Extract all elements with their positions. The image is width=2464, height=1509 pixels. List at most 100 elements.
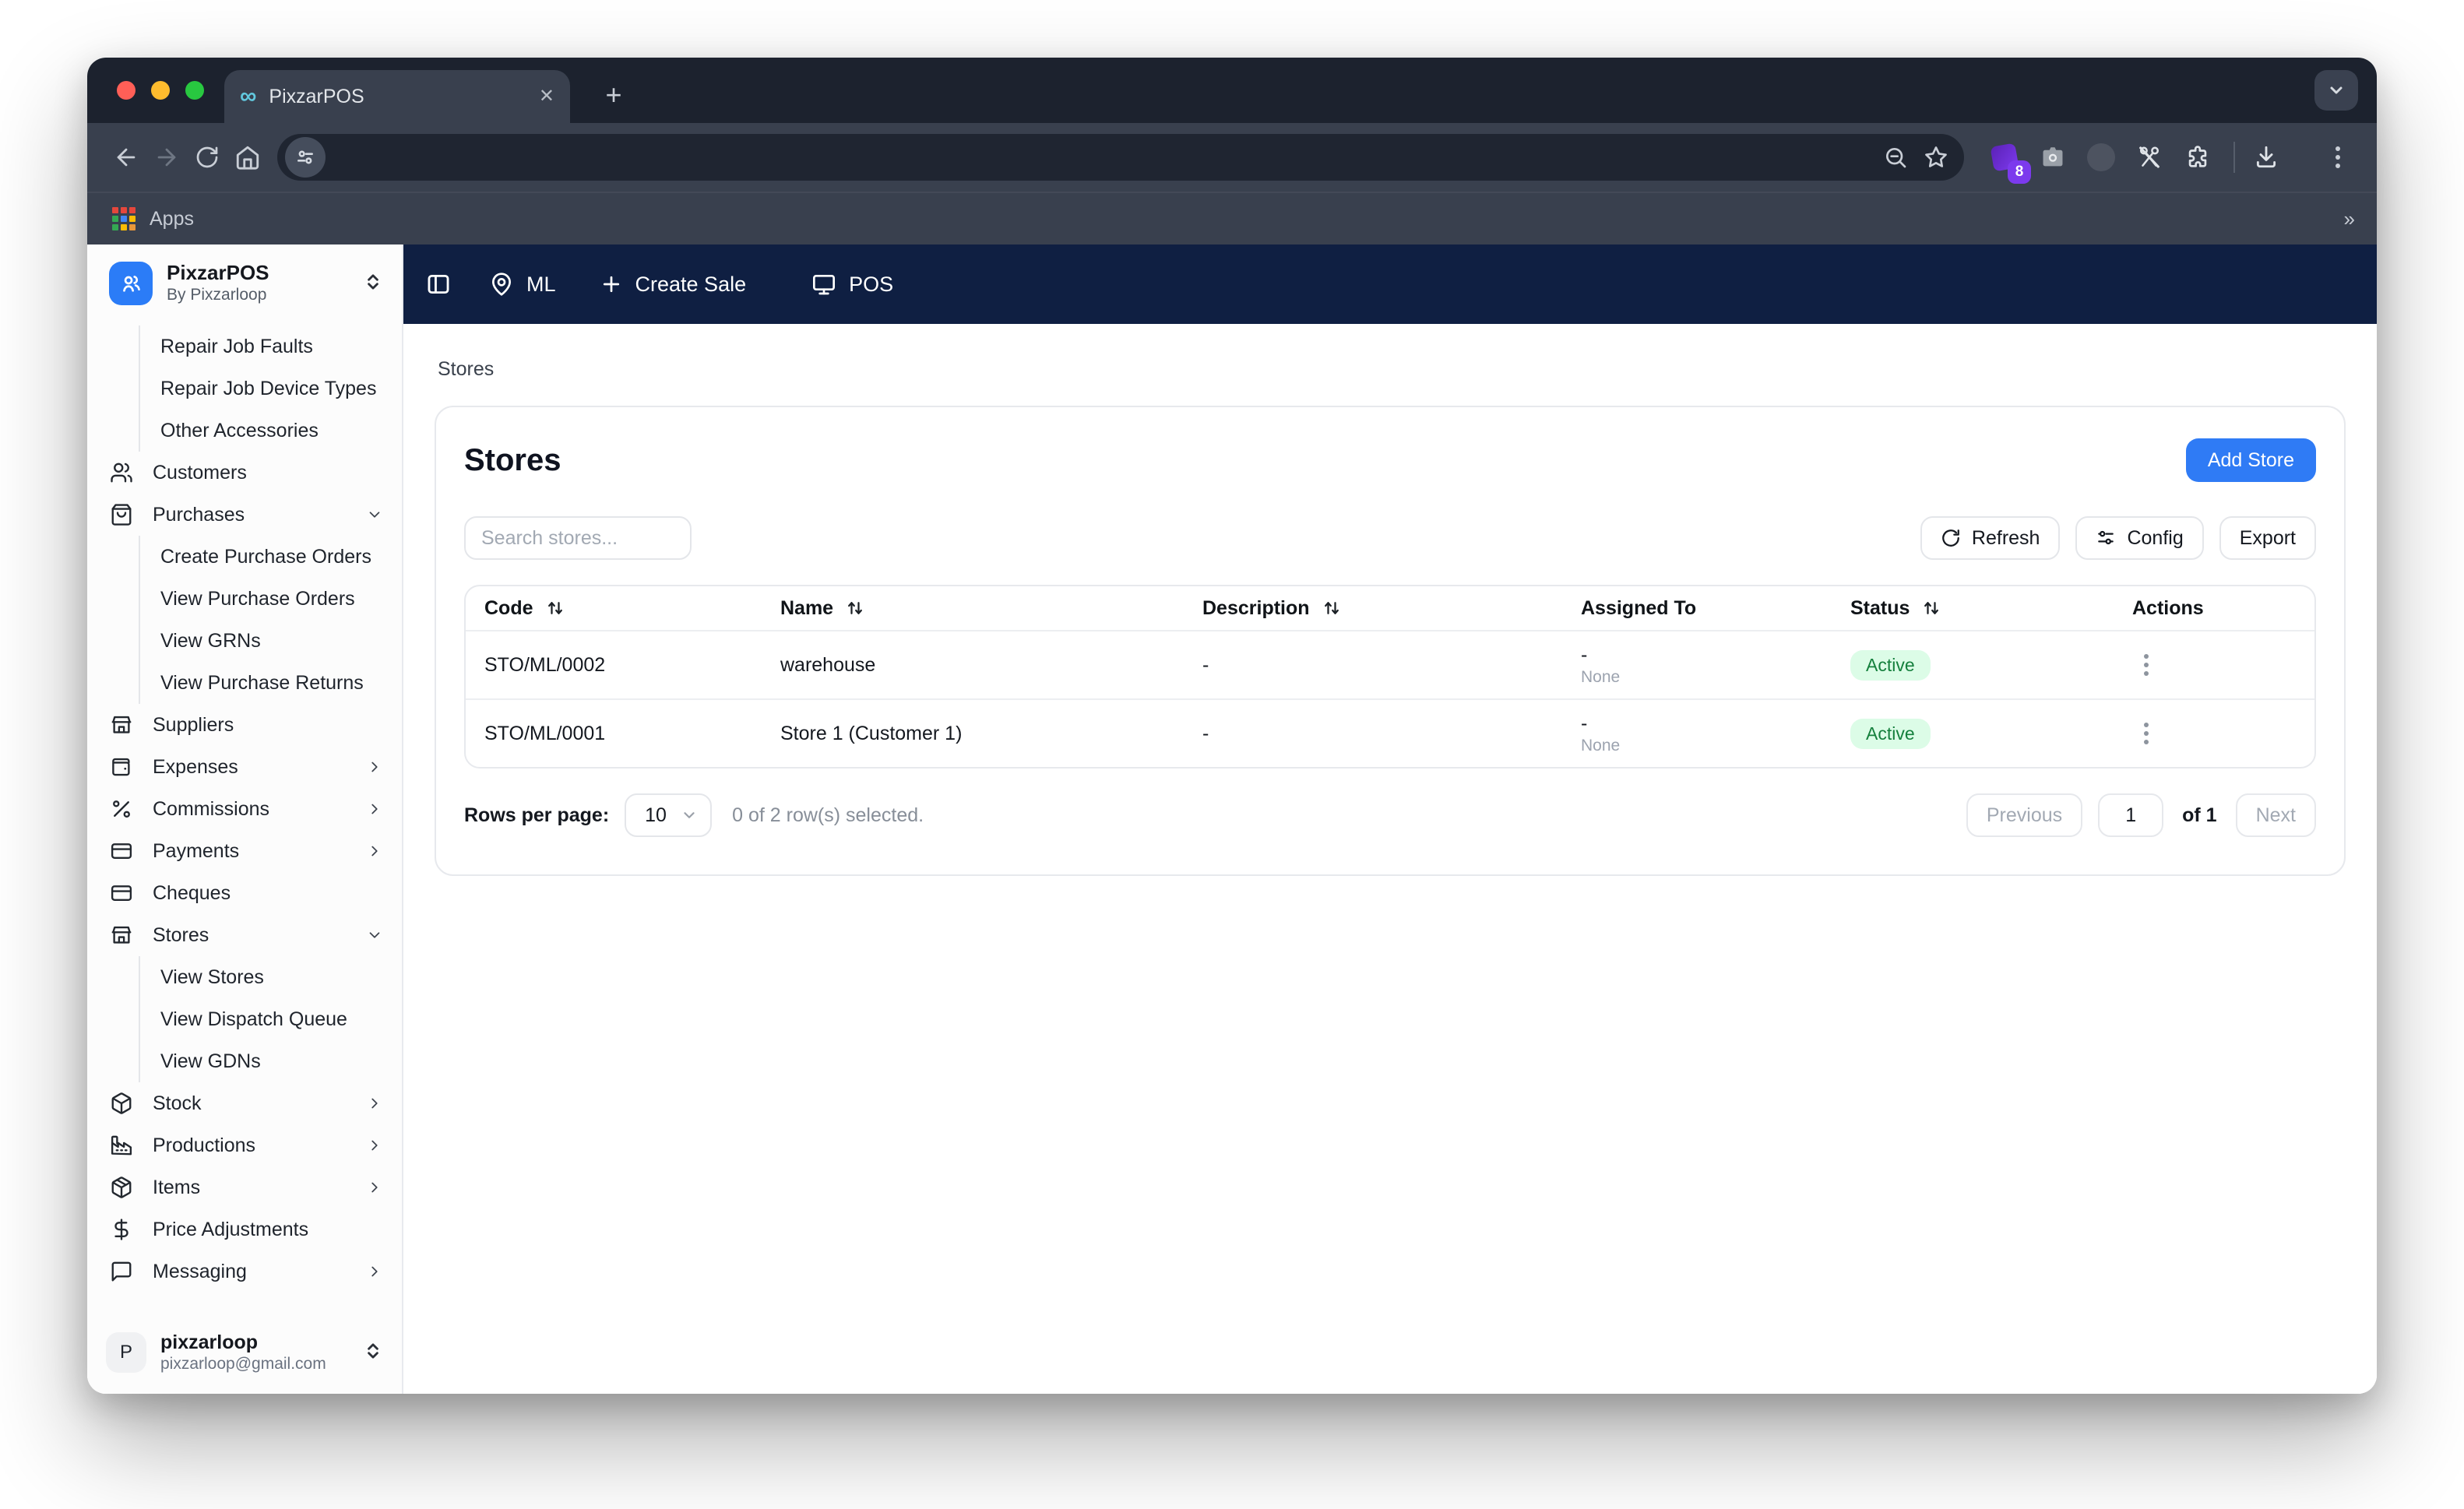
next-page-button[interactable]: Next — [2235, 793, 2316, 837]
window-maximize-button[interactable] — [185, 81, 204, 100]
sidebar-item-label: Price Adjustments — [153, 1218, 309, 1240]
new-tab-button[interactable]: + — [595, 76, 632, 114]
apps-shortcut[interactable]: Apps — [150, 208, 194, 230]
forward-button[interactable] — [146, 137, 187, 178]
add-store-button[interactable]: Add Store — [2185, 438, 2316, 482]
pos-button[interactable]: POS — [811, 272, 893, 297]
bookmarks-overflow-button[interactable]: » — [2344, 207, 2356, 231]
sidebar-item-commissions[interactable]: Commissions — [109, 788, 389, 830]
user-menu[interactable]: P pixzarloop pixzarloop@gmail.com — [87, 1316, 402, 1394]
column-header-name[interactable]: Name — [762, 586, 1184, 630]
sidebar-item-messaging[interactable]: Messaging — [109, 1250, 389, 1293]
refresh-button[interactable]: Refresh — [1920, 516, 2061, 560]
location-selector[interactable]: ML — [489, 272, 556, 297]
camera-icon — [2043, 147, 2063, 167]
password-manager-button[interactable] — [2129, 137, 2170, 178]
sidebar-item-customers[interactable]: Customers — [109, 452, 389, 494]
sidebar-item-price-adjustments[interactable]: Price Adjustments — [109, 1208, 389, 1250]
extension-disabled-button[interactable] — [2081, 137, 2121, 178]
browser-menu-button[interactable] — [2318, 137, 2358, 178]
address-bar[interactable] — [277, 134, 1964, 181]
sidebar-item-cheques[interactable]: Cheques — [109, 872, 389, 914]
config-button[interactable]: Config — [2075, 516, 2204, 560]
download-icon — [2256, 146, 2276, 168]
sidebar-subitem-repair-job-faults[interactable]: Repair Job Faults — [139, 325, 389, 368]
bookmark-star-button[interactable] — [1916, 137, 1956, 178]
sidebar-toggle-button[interactable] — [425, 271, 452, 297]
tab-search-button[interactable] — [2314, 70, 2358, 111]
sidebar-item-purchases[interactable]: Purchases — [109, 494, 389, 536]
sidebar-subitem-other-accessories[interactable]: Other Accessories — [139, 410, 389, 452]
column-label: Actions — [2132, 596, 2204, 619]
home-button[interactable] — [227, 137, 268, 178]
column-header-code[interactable]: Code — [466, 586, 762, 630]
browser-tab[interactable]: ∞ PixzarPOS ✕ — [224, 70, 570, 123]
stores-table: Code Name Description Assigned To Status Acti… — [464, 585, 2316, 769]
sidebar-item-suppliers[interactable]: Suppliers — [109, 704, 389, 746]
column-header-assigned-to: Assigned To — [1562, 586, 1832, 630]
sort-icon[interactable] — [1922, 599, 1941, 617]
assigned-to-value: - — [1581, 712, 1588, 734]
sidebar-item-items[interactable]: Items — [109, 1166, 389, 1208]
arrow-left-icon — [117, 148, 136, 167]
sidebar-subitem-create-purchase-orders[interactable]: Create Purchase Orders — [139, 536, 389, 578]
extensions-button[interactable] — [2177, 137, 2218, 178]
assigned-to-value: - — [1581, 643, 1588, 666]
sidebar-subitem-view-purchase-orders[interactable]: View Purchase Orders — [139, 578, 389, 620]
extension-camera-button[interactable] — [2033, 137, 2073, 178]
chevron-down-icon — [366, 506, 389, 523]
kebab-menu-icon — [2336, 146, 2340, 168]
sidebar-subitem-view-stores[interactable]: View Stores — [139, 956, 389, 998]
table-row-sto-ml-0002[interactable]: STO/ML/0002 warehouse - - None Active — [466, 630, 2314, 698]
apps-grid-icon — [112, 207, 136, 230]
create-sale-button[interactable]: Create Sale — [600, 273, 746, 297]
previous-page-button[interactable]: Previous — [1966, 793, 2083, 837]
sort-icon[interactable] — [1322, 599, 1341, 617]
selection-status: 0 of 2 row(s) selected. — [732, 804, 924, 826]
reload-button[interactable] — [187, 137, 227, 178]
disabled-extension-icon — [2087, 143, 2115, 171]
row-actions-button[interactable] — [2132, 648, 2160, 682]
workspace-switcher[interactable]: PixzarPOS By Pixzarloop — [87, 244, 402, 319]
sidebar-item-productions[interactable]: Productions — [109, 1124, 389, 1166]
sidebar-subitem-repair-job-device-types[interactable]: Repair Job Device Types — [139, 368, 389, 410]
sort-icon[interactable] — [846, 599, 864, 617]
sidebar-item-stock[interactable]: Stock — [109, 1082, 389, 1124]
export-button[interactable]: Export — [2219, 516, 2316, 560]
search-input[interactable] — [464, 516, 692, 560]
table-row-sto-ml-0001[interactable]: STO/ML/0001 Store 1 (Customer 1) - - None Act… — [466, 698, 2314, 767]
status-badge: Active — [1850, 718, 1931, 749]
window-close-button[interactable] — [117, 81, 136, 100]
workspace-selector-icon — [363, 269, 383, 298]
page-number-input[interactable] — [2098, 793, 2164, 837]
store-icon — [109, 712, 134, 737]
rows-per-page-select[interactable]: 10 — [625, 793, 713, 837]
sidebar-subitem-view-dispatch-queue[interactable]: View Dispatch Queue — [139, 998, 389, 1040]
cell-actions — [2114, 700, 2314, 767]
sidebar-subitem-label: View Dispatch Queue — [160, 1008, 347, 1030]
breadcrumb[interactable]: Stores — [438, 358, 2346, 381]
sidebar-subitem-view-purchase-returns[interactable]: View Purchase Returns — [139, 662, 389, 704]
window-minimize-button[interactable] — [151, 81, 170, 100]
sort-icon[interactable] — [546, 599, 565, 617]
tab-close-icon[interactable]: ✕ — [539, 87, 554, 106]
sidebar-subitem-view-grns[interactable]: View GRNs — [139, 620, 389, 662]
column-header-status[interactable]: Status — [1832, 586, 2114, 630]
row-actions-button[interactable] — [2132, 716, 2160, 751]
chevron-right-icon — [366, 1137, 389, 1154]
cell-name: warehouse — [780, 653, 876, 676]
site-settings-button[interactable] — [285, 137, 326, 178]
zoom-out-button[interactable] — [1875, 137, 1916, 178]
sidebar-subitem-view-gdns[interactable]: View GDNs — [139, 1040, 389, 1082]
extension-notebook-button[interactable]: 8 — [1984, 137, 2031, 184]
sidebar-item-expenses[interactable]: Expenses — [109, 746, 389, 788]
puzzle-icon — [2188, 146, 2207, 167]
column-header-description[interactable]: Description — [1184, 586, 1562, 630]
reload-icon — [196, 146, 218, 168]
back-button[interactable] — [106, 137, 146, 178]
pos-label: POS — [849, 272, 894, 296]
downloads-button[interactable] — [2246, 137, 2286, 178]
sidebar-item-stores[interactable]: Stores — [109, 914, 389, 956]
sidebar-item-payments[interactable]: Payments — [109, 830, 389, 872]
cell-assigned-to: - None — [1562, 631, 1832, 698]
